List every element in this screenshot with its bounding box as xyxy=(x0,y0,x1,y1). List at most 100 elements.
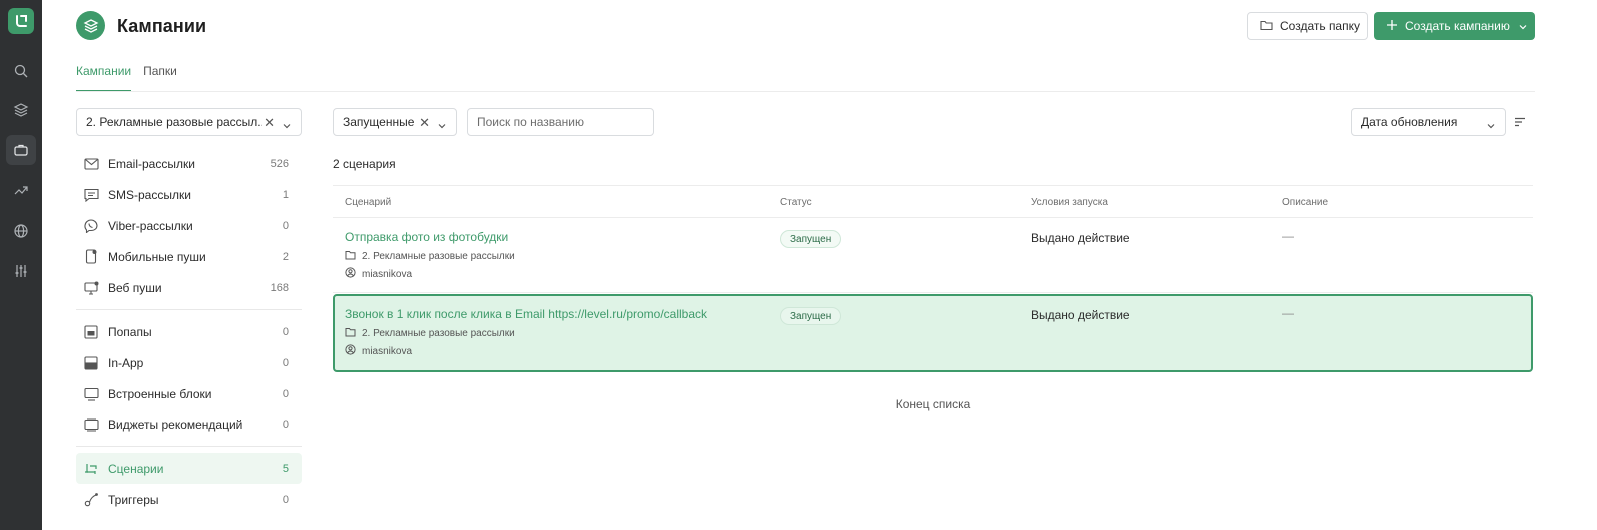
mail-icon xyxy=(82,155,100,173)
sort-order-icon[interactable] xyxy=(1514,115,1526,130)
column-header[interactable]: Статус xyxy=(780,197,812,208)
status-badge: Запущен xyxy=(780,307,842,325)
mobile-icon xyxy=(82,248,100,266)
end-of-list: Конец списка xyxy=(895,397,971,411)
nav-item-count: 2 xyxy=(282,250,289,263)
campaigns-icon xyxy=(76,11,105,40)
scenario-author-label: miasnikova xyxy=(362,268,413,280)
scenario-icon xyxy=(82,460,100,478)
result-count: 2 сценария xyxy=(333,157,396,171)
nav-item-count: 526 xyxy=(270,157,289,170)
chevron-down-icon xyxy=(438,118,446,132)
nav-item-count: 168 xyxy=(270,281,289,294)
chevron-down-icon xyxy=(283,118,291,132)
tab-folders[interactable]: Папки xyxy=(143,64,177,92)
scenario-folder-label: 2. Рекламные разовые рассылки xyxy=(362,328,515,339)
clear-icon[interactable]: ✕ xyxy=(264,115,275,131)
nav-item-label: Email-рассылки xyxy=(108,156,195,171)
user-icon xyxy=(345,267,356,281)
plus-icon xyxy=(1386,19,1398,34)
nav-item-email[interactable]: Email-рассылки 526 xyxy=(76,148,302,179)
tabs-divider xyxy=(76,91,1535,92)
nav-item-label: Попапы xyxy=(108,324,152,339)
trigger-icon xyxy=(82,491,100,509)
scenario-name-link[interactable]: Звонок в 1 клик после клика в Email http… xyxy=(345,307,707,321)
column-header[interactable]: Сценарий xyxy=(345,197,391,208)
nav-item-label: In-App xyxy=(108,355,144,370)
nav-item-count: 0 xyxy=(282,325,289,338)
search-input[interactable] xyxy=(467,108,654,136)
folder-select-value: 2. Рекламные разовые рассыл... xyxy=(86,115,262,129)
nav-item-web-push[interactable]: Веб пуши 168 xyxy=(76,272,302,303)
nav-item-label: Viber-рассылки xyxy=(108,218,193,233)
app-rail xyxy=(0,0,42,530)
scenario-name-link[interactable]: Отправка фото из фотобудки xyxy=(345,230,508,244)
table-row[interactable]: Отправка фото из фотобудки 2. Рекламные … xyxy=(333,218,1533,293)
nav-item-label: Мобильные пуши xyxy=(108,249,206,264)
popup-icon xyxy=(82,323,100,341)
sort-select[interactable]: Дата обновления xyxy=(1351,108,1506,136)
nav-item-widgets[interactable]: Виджеты рекомендаций 0 xyxy=(76,409,302,440)
folder-icon xyxy=(345,327,356,340)
status-badge: Запущен xyxy=(780,230,842,248)
table-row-selected[interactable]: Звонок в 1 клик после клика в Email http… xyxy=(333,294,1533,372)
user-icon xyxy=(345,344,356,358)
description: — xyxy=(1282,306,1294,320)
nav-item-inapp[interactable]: In-App 0 xyxy=(76,347,302,378)
create-folder-button[interactable]: Создать папку xyxy=(1247,12,1368,40)
status-filter-value: Запущенные xyxy=(343,115,415,129)
nav-item-triggers[interactable]: Триггеры 0 xyxy=(76,484,302,515)
globe-icon[interactable] xyxy=(6,216,36,246)
nav-item-mobile-push[interactable]: Мобильные пуши 2 xyxy=(76,241,302,272)
nav-item-count: 0 xyxy=(282,493,289,506)
scenarios-table: Сценарий Статус Условия запуска Описание… xyxy=(333,185,1533,372)
scenario-author: miasnikova xyxy=(345,344,412,358)
nav-divider xyxy=(76,309,302,310)
tabs: Кампании Папки xyxy=(76,64,177,92)
tab-campaigns[interactable]: Кампании xyxy=(76,64,132,92)
create-folder-label: Создать папку xyxy=(1280,19,1360,33)
layers-icon[interactable] xyxy=(6,95,36,125)
launch-condition: Выдано действие xyxy=(1031,231,1130,245)
nav-item-label: Веб пуши xyxy=(108,280,162,295)
table-header: Сценарий Статус Условия запуска Описание xyxy=(333,185,1533,218)
nav-item-label: Триггеры xyxy=(108,492,159,507)
scenario-author-label: miasnikova xyxy=(362,345,413,357)
search-icon[interactable] xyxy=(6,56,36,86)
chevron-down-icon xyxy=(1519,19,1527,33)
scenario-folder: 2. Рекламные разовые рассылки xyxy=(345,250,515,263)
nav-divider xyxy=(76,446,302,447)
column-header[interactable]: Описание xyxy=(1282,197,1328,208)
launch-condition: Выдано действие xyxy=(1031,308,1130,322)
nav-item-count: 0 xyxy=(282,387,289,400)
nav-item-viber[interactable]: Viber-рассылки 0 xyxy=(76,210,302,241)
nav-item-label: Встроенные блоки xyxy=(108,386,212,401)
nav-item-count: 0 xyxy=(282,356,289,369)
create-campaign-button[interactable]: Создать кампанию xyxy=(1374,12,1535,40)
channel-nav: Email-рассылки 526 SMS-рассылки 1 Viber-… xyxy=(76,148,302,515)
nav-item-count: 0 xyxy=(282,418,289,431)
clear-icon[interactable]: ✕ xyxy=(419,115,430,131)
monitor-icon xyxy=(82,279,100,297)
folder-select[interactable]: 2. Рекламные разовые рассыл... ✕ xyxy=(76,108,302,136)
nav-item-embedded[interactable]: Встроенные блоки 0 xyxy=(76,378,302,409)
trend-icon[interactable] xyxy=(6,175,36,205)
create-campaign-label: Создать кампанию xyxy=(1405,19,1510,33)
sliders-icon[interactable] xyxy=(6,256,36,286)
nav-item-label: Виджеты рекомендаций xyxy=(108,417,243,432)
widget-icon xyxy=(82,416,100,434)
nav-item-scenarios[interactable]: Сценарии 5 xyxy=(76,453,302,484)
briefcase-icon[interactable] xyxy=(6,135,36,165)
column-header[interactable]: Условия запуска xyxy=(1031,197,1108,208)
scenario-folder: 2. Рекламные разовые рассылки xyxy=(345,327,515,340)
nav-item-popups[interactable]: Попапы 0 xyxy=(76,316,302,347)
chevron-down-icon xyxy=(1487,118,1495,132)
sort-select-value: Дата обновления xyxy=(1361,115,1458,129)
status-filter[interactable]: Запущенные ✕ xyxy=(333,108,457,136)
nav-item-count: 1 xyxy=(282,188,289,201)
nav-item-sms[interactable]: SMS-рассылки 1 xyxy=(76,179,302,210)
nav-item-label: Сценарии xyxy=(108,461,164,476)
app-logo-icon[interactable] xyxy=(8,8,34,34)
inapp-icon xyxy=(82,354,100,372)
sms-icon xyxy=(82,186,100,204)
